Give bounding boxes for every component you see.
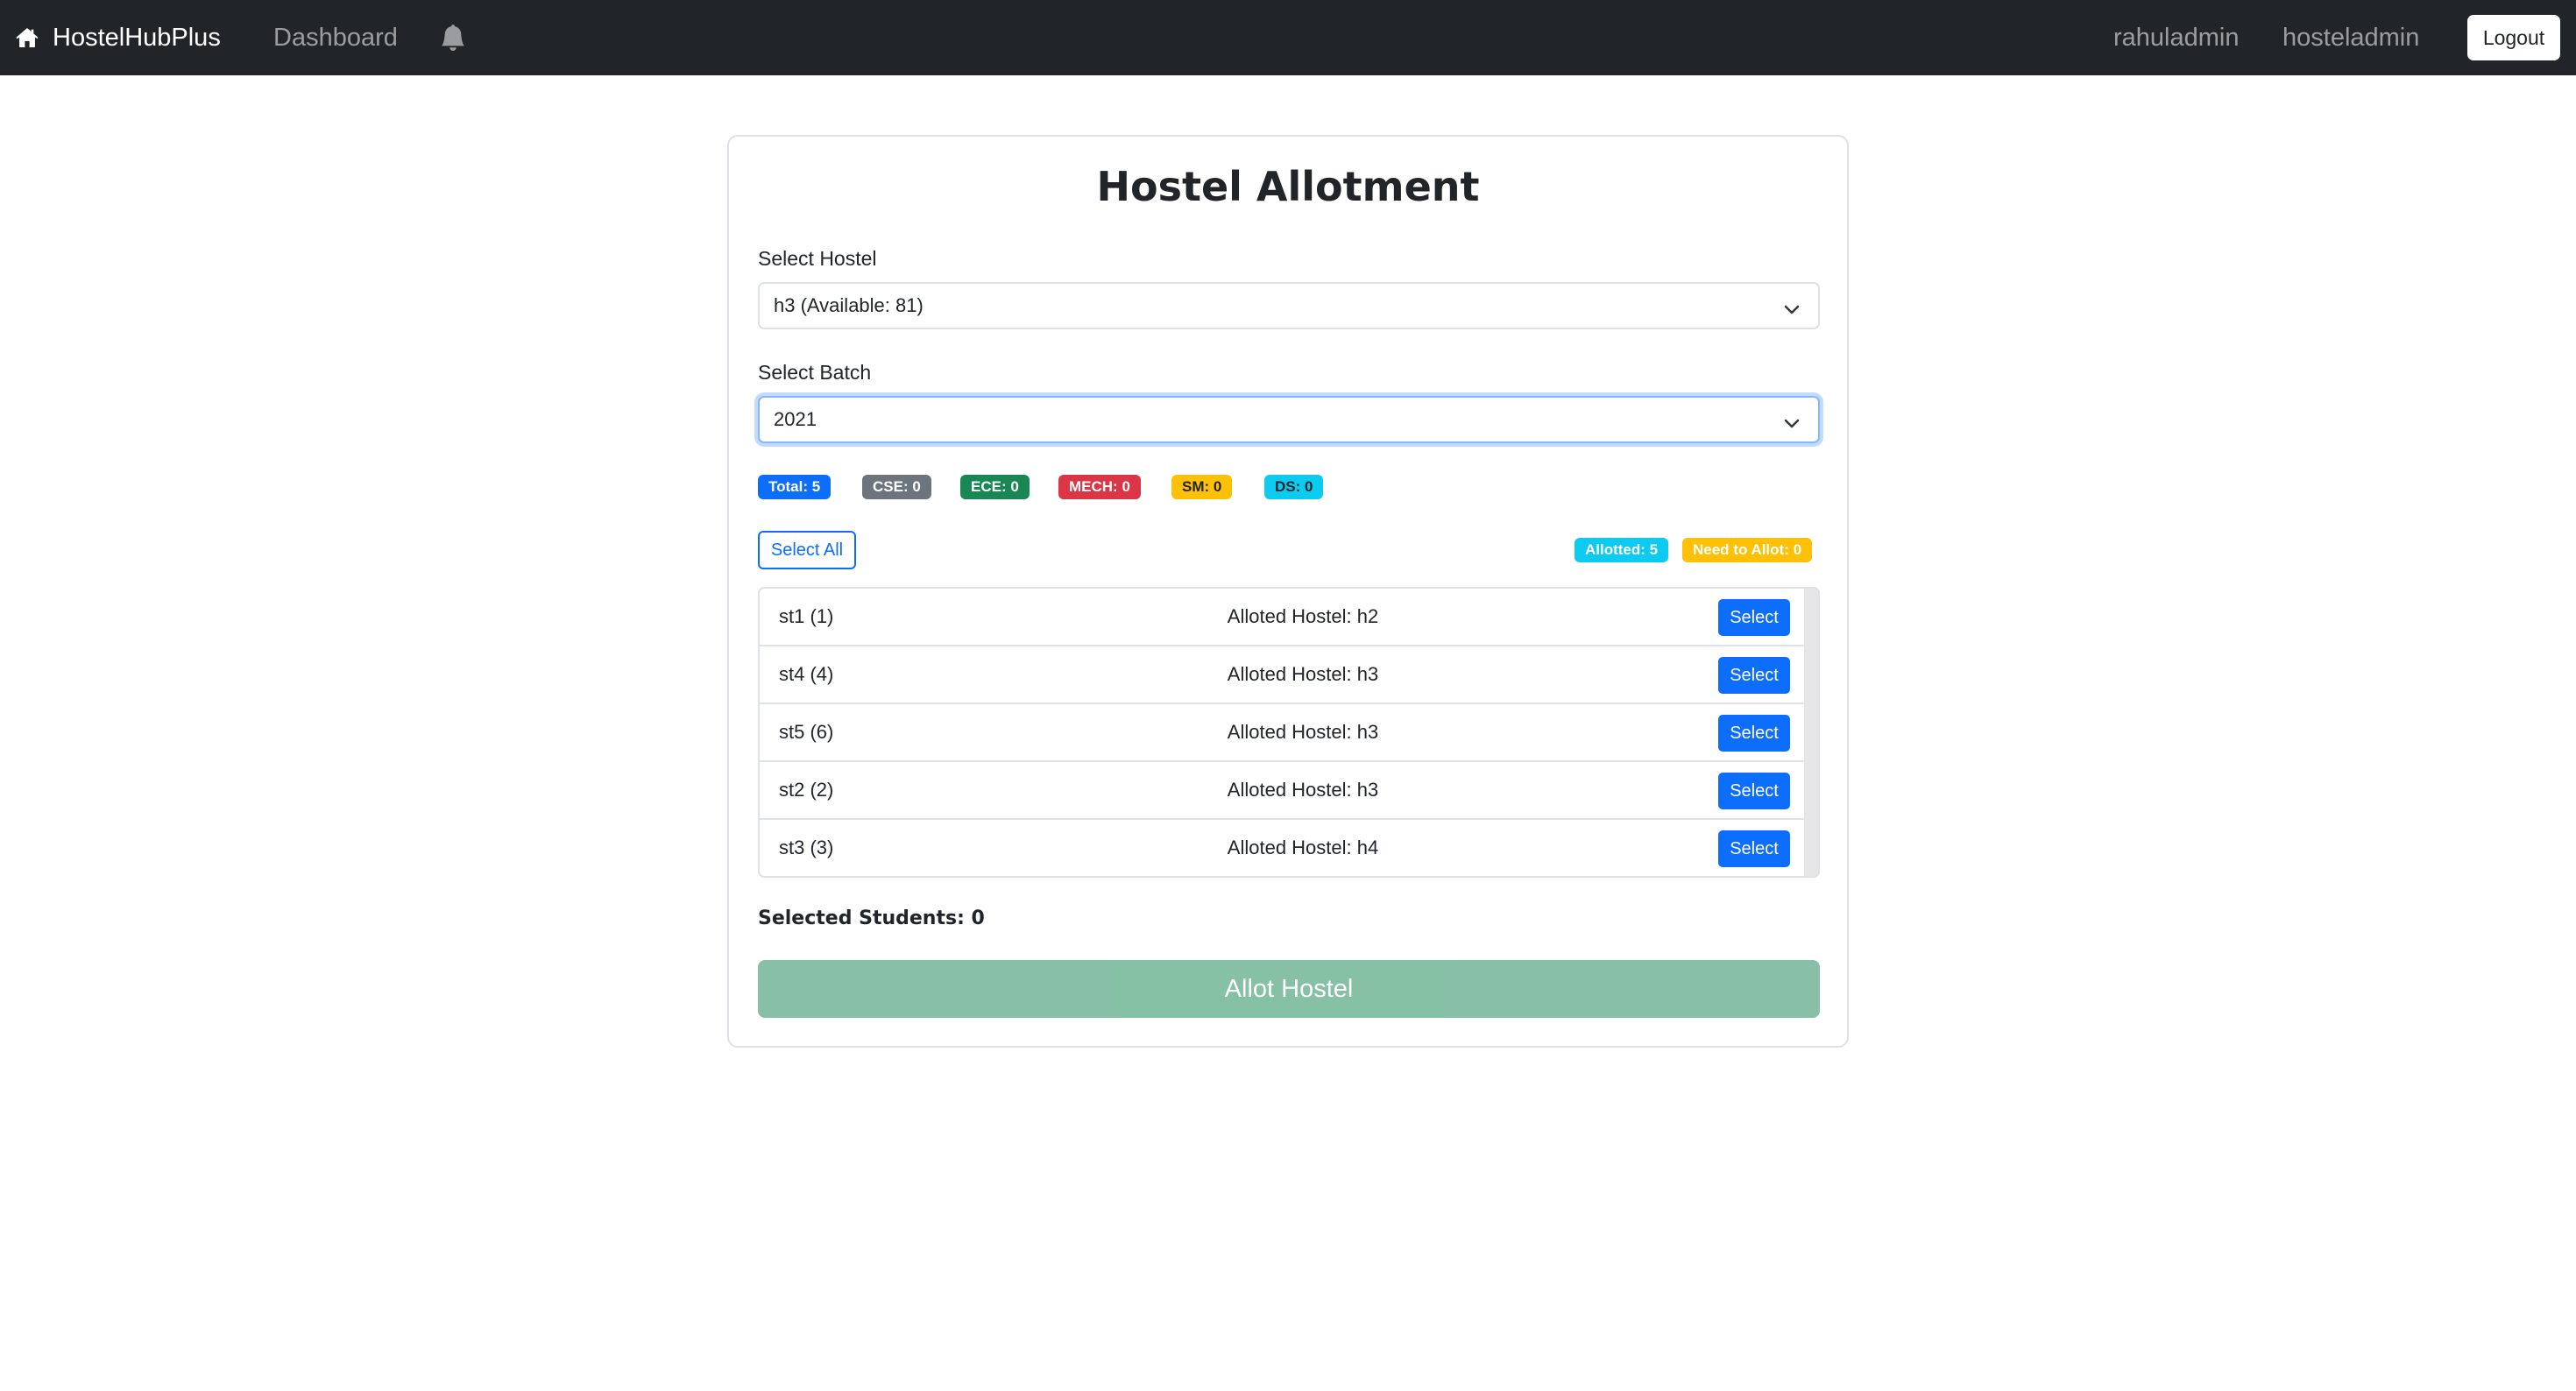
- student-list: st1 (1) Alloted Hostel: h2 Select st4 (4…: [758, 587, 1820, 878]
- student-select-button[interactable]: Select: [1718, 773, 1790, 809]
- student-name: st1 (1): [779, 605, 834, 627]
- allotment-card: Hostel Allotment Select Hostel h3 (Avail…: [727, 135, 1849, 1048]
- nav-user-link[interactable]: rahuladmin: [2113, 0, 2239, 75]
- selected-students-count: Selected Students: 0: [758, 907, 985, 929]
- student-row: st5 (6) Alloted Hostel: h3 Select: [760, 704, 1806, 762]
- ece-badge: ECE: 0: [960, 475, 1030, 499]
- batch-select-label: Select Batch: [758, 361, 872, 384]
- student-name: st4 (4): [779, 663, 834, 685]
- need-to-allot-badge: Need to Allot: 0: [1682, 538, 1813, 562]
- mech-badge: MECH: 0: [1058, 475, 1141, 499]
- student-row: st1 (1) Alloted Hostel: h2 Select: [760, 589, 1806, 646]
- student-select-button[interactable]: Select: [1718, 657, 1790, 694]
- batch-select[interactable]: 2021: [758, 396, 1820, 443]
- chevron-down-icon: [1783, 413, 1801, 428]
- select-all-button[interactable]: Select All: [758, 531, 856, 569]
- student-alloted-hostel: Alloted Hostel: h4: [1227, 837, 1379, 858]
- ds-badge: DS: 0: [1264, 475, 1324, 499]
- student-row: st4 (4) Alloted Hostel: h3 Select: [760, 646, 1806, 704]
- nav-dashboard-link[interactable]: Dashboard: [273, 0, 398, 75]
- chevron-down-icon: [1783, 299, 1801, 314]
- student-select-button[interactable]: Select: [1718, 599, 1790, 636]
- allotted-badge: Allotted: 5: [1575, 538, 1669, 562]
- student-name: st2 (2): [779, 779, 834, 801]
- sm-badge: SM: 0: [1171, 475, 1233, 499]
- student-alloted-hostel: Alloted Hostel: h3: [1227, 721, 1379, 743]
- nav-role-link[interactable]: hosteladmin: [2282, 0, 2419, 75]
- student-row: st2 (2) Alloted Hostel: h3 Select: [760, 762, 1806, 820]
- hostel-select-value: h3 (Available: 81): [774, 294, 924, 316]
- student-select-button[interactable]: Select: [1718, 830, 1790, 867]
- navbar: HostelHubPlus Dashboard rahuladmin hoste…: [0, 0, 2576, 75]
- bell-icon[interactable]: [440, 24, 466, 51]
- page-title: Hostel Allotment: [1096, 163, 1480, 210]
- home-icon: [16, 26, 39, 49]
- student-name: st5 (6): [779, 721, 834, 743]
- allot-hostel-button[interactable]: Allot Hostel: [758, 960, 1820, 1018]
- brand-link[interactable]: HostelHubPlus: [16, 0, 221, 75]
- hostel-select-label: Select Hostel: [758, 247, 877, 270]
- hostel-select[interactable]: h3 (Available: 81): [758, 282, 1820, 329]
- list-scrollbar[interactable]: [1804, 589, 1818, 876]
- total-badge: Total: 5: [758, 475, 832, 499]
- student-name: st3 (3): [779, 837, 834, 858]
- student-alloted-hostel: Alloted Hostel: h3: [1227, 779, 1379, 801]
- brand-name: HostelHubPlus: [53, 23, 221, 52]
- student-alloted-hostel: Alloted Hostel: h2: [1227, 605, 1379, 627]
- student-row: st3 (3) Alloted Hostel: h4 Select: [760, 820, 1806, 876]
- student-select-button[interactable]: Select: [1718, 715, 1790, 752]
- student-alloted-hostel: Alloted Hostel: h3: [1227, 663, 1379, 685]
- logout-button[interactable]: Logout: [2467, 15, 2560, 60]
- cse-badge: CSE: 0: [862, 475, 931, 499]
- batch-select-value: 2021: [774, 408, 817, 430]
